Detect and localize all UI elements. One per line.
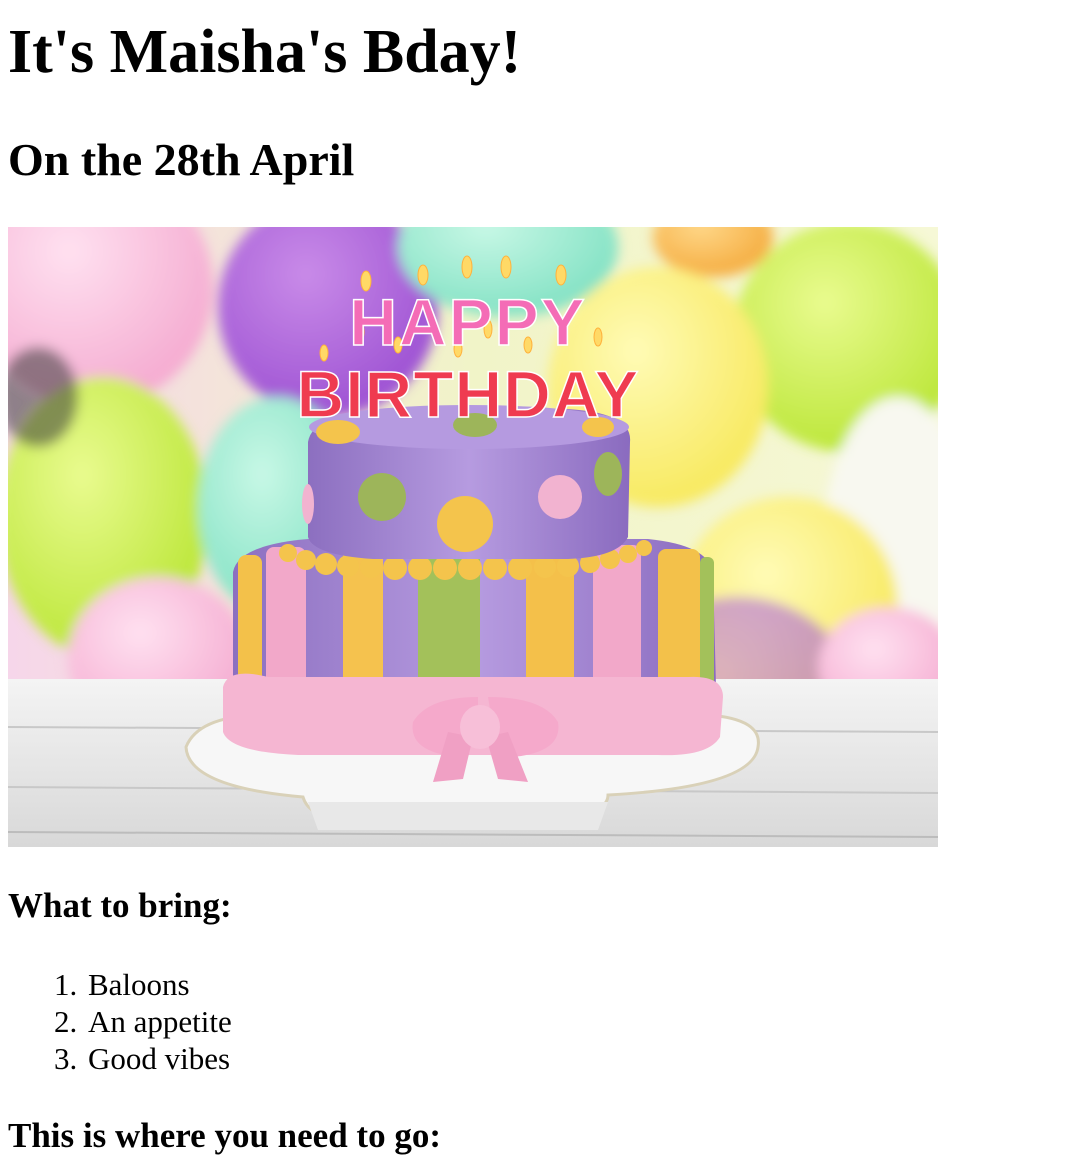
candle-text-happy: HAPPY [349, 285, 586, 359]
list-item-number: 2. [54, 1004, 78, 1039]
list-item: 2. An appetite [8, 1003, 232, 1040]
list-item-label: Baloons [88, 967, 190, 1002]
bring-heading: What to bring: [8, 886, 232, 925]
list-item-label: An appetite [88, 1004, 232, 1039]
directions-heading: This is where you need to go: [8, 1116, 441, 1155]
list-item-number: 1. [54, 967, 78, 1002]
list-item: 1. Baloons [8, 966, 232, 1003]
page-subtitle: On the 28th April [8, 134, 355, 185]
bring-list: 1. Baloons 2. An appetite 3. Good vibes [8, 966, 232, 1077]
candle-text-birthday: BIRTHDAY [297, 357, 640, 431]
page-title: It's Maisha's Bday! [8, 18, 522, 86]
birthday-cake-image: HAPPY BIRTHDAY [8, 227, 938, 847]
list-item: 3. Good vibes [8, 1040, 232, 1077]
list-item-label: Good vibes [88, 1041, 231, 1076]
list-item-number: 3. [54, 1041, 78, 1076]
